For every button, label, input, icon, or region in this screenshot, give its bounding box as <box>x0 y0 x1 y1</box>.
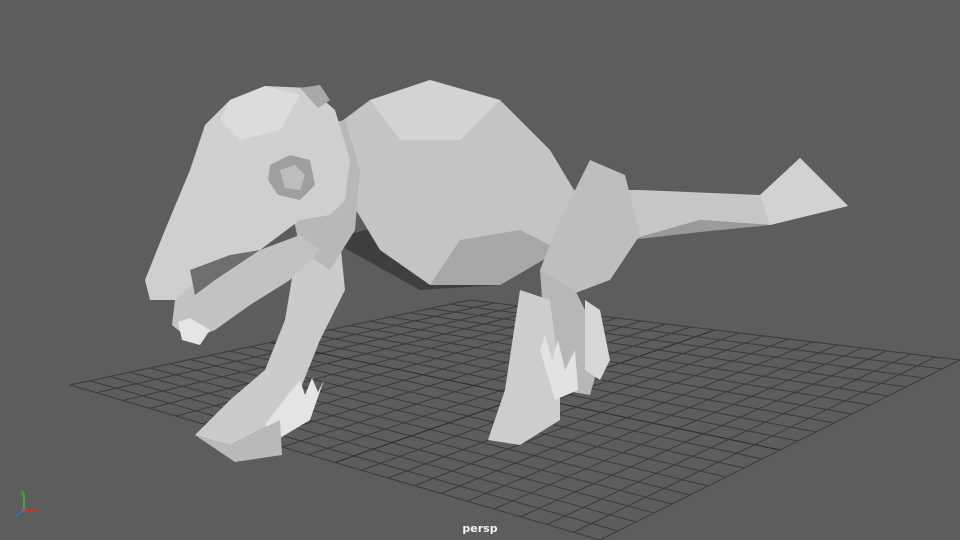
grid-line <box>573 356 936 533</box>
grid-line <box>599 359 960 540</box>
xyz-axis-icon: y <box>15 489 38 517</box>
creature-tail-fin <box>760 158 848 225</box>
camera-label: persp <box>462 522 498 535</box>
creature-mesh[interactable] <box>145 80 848 462</box>
viewport-scene[interactable] <box>0 0 960 540</box>
svg-text:y: y <box>21 489 25 496</box>
perspective-viewport[interactable]: y persp <box>0 0 960 540</box>
